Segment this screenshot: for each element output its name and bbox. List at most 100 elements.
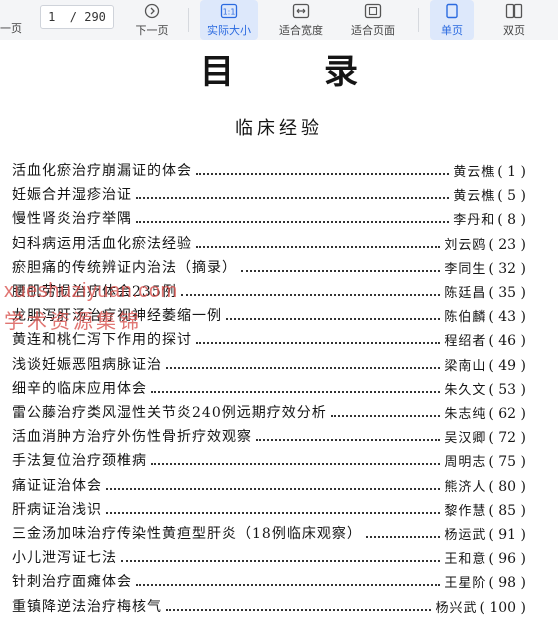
toc-entry-author: 黎作慧 xyxy=(444,503,487,519)
toc-entry-page: ( 75 ) xyxy=(488,454,526,471)
page-number-input[interactable]: 1 / 290 xyxy=(40,5,114,29)
toc-entry[interactable]: 细辛的临床应用体会 朱久文( 53 ) xyxy=(12,376,526,398)
toc-leader-dots xyxy=(166,366,441,369)
toc-leader-dots xyxy=(241,269,441,272)
fit-width-label: 适合宽度 xyxy=(279,24,323,37)
toc-leader-dots xyxy=(365,536,441,538)
toc-entry[interactable]: 妊娠合并湿疹治证 黄云樵( 5 ) xyxy=(12,182,526,204)
toc-entry-page: ( 8 ) xyxy=(497,212,526,229)
actual-size-button[interactable]: 1:1 实际大小 xyxy=(200,0,258,40)
toc-entry-author: 王星阶 xyxy=(444,576,487,592)
toc-entry[interactable]: 龙胆泻肝汤治疗视神经萎缩一例 陈伯麟( 43 ) xyxy=(12,303,526,325)
toc-entry[interactable]: 痛证证治体会 熊济人( 80 ) xyxy=(12,473,526,495)
toc-entry-title: 手法复位治疗颈椎病 xyxy=(12,453,147,470)
toc-entry[interactable]: 浅谈妊娠恶阻病脉证治 梁南山( 49 ) xyxy=(12,352,526,374)
toc-entry-title: 龙胆泻肝汤治疗视神经萎缩一例 xyxy=(12,308,222,325)
toc-entry-title: 妇科病运用活血化瘀法经验 xyxy=(12,235,192,252)
toc-entry[interactable]: 针刺治疗面瘫体会 王星阶( 98 ) xyxy=(12,569,526,591)
toc-entry-page: ( 5 ) xyxy=(497,188,526,205)
toc-entry-page: ( 96 ) xyxy=(488,551,526,568)
toc-entry-author: 陈伯麟 xyxy=(444,310,487,326)
toc-entry-page: ( 46 ) xyxy=(488,333,526,350)
toc-leader-dots xyxy=(330,415,441,417)
toc-entry-page: ( 72 ) xyxy=(488,430,526,447)
prev-page-button[interactable]: 一页 xyxy=(0,20,22,36)
toc-entry-author: 杨运武 xyxy=(444,528,487,543)
toc-entry-title: 重镇降逆法治疗梅核气 xyxy=(12,598,162,615)
single-page-icon xyxy=(445,2,459,20)
toc-entry-title: 雷公藤治疗类风湿性关节炎240例远期疗效分析 xyxy=(12,405,327,421)
toc-entry-author: 熊济人 xyxy=(444,479,487,495)
section-heading: 临床经验 xyxy=(235,118,323,139)
toc-entry-author: 周明志 xyxy=(444,455,487,471)
toc-entry[interactable]: 小儿泄泻证七法 王和意( 96 ) xyxy=(12,545,526,567)
fit-page-button[interactable]: 适合页面 xyxy=(344,0,402,40)
toc-entry-title: 三金汤加味治疗传染性黄疸型肝炎（18例临床观察） xyxy=(12,526,362,542)
toc-entry[interactable]: 肝病证治浅识 黎作慧( 85 ) xyxy=(12,497,526,519)
toc-leader-dots xyxy=(151,390,441,393)
toc-entry-title: 小儿泄泻证七法 xyxy=(12,550,117,567)
toolbar-divider xyxy=(418,8,419,32)
toc-entry-author: 刘云鸥 xyxy=(444,237,487,253)
toc-entry[interactable]: 腰肌劳损治疗体会235例 陈廷昌( 35 ) xyxy=(12,279,526,301)
toc-entry-author: 陈廷昌 xyxy=(444,286,487,301)
toc-entry-author: 李同生 xyxy=(444,261,487,277)
single-page-label: 单页 xyxy=(441,24,463,37)
next-page-label: 下一页 xyxy=(135,24,169,37)
toc-entry-page: ( 1 ) xyxy=(497,164,526,180)
actual-size-icon: 1:1 xyxy=(220,2,238,20)
toc-entry-page: ( 43 ) xyxy=(488,309,526,326)
toc-entry-title: 活血消肿方治疗外伤性骨折疗效观察 xyxy=(12,429,252,446)
toc-entry-author: 吴汉卿 xyxy=(444,431,487,447)
svg-text:1:1: 1:1 xyxy=(223,8,236,17)
toc-leader-dots xyxy=(180,294,441,296)
double-page-label: 双页 xyxy=(503,24,525,37)
toc-entry[interactable]: 重镇降逆法治疗梅核气 杨兴武( 100 ) xyxy=(12,594,526,616)
toc-entry-page: ( 49 ) xyxy=(488,357,526,374)
toc-entry-page: ( 100 ) xyxy=(479,599,526,616)
toc-entry[interactable]: 雷公藤治疗类风湿性关节炎240例远期疗效分析 朱志纯( 62 ) xyxy=(12,400,526,422)
toc-entry[interactable]: 活血化瘀治疗崩漏证的体会 黄云樵( 1 ) xyxy=(12,158,526,180)
toc-entry-title: 黄连和桃仁泻下作用的探讨 xyxy=(12,332,192,349)
toc-entry-page: ( 53 ) xyxy=(488,381,526,398)
toc-entry-page: ( 91 ) xyxy=(488,527,526,543)
toc-entry-page: ( 62 ) xyxy=(488,406,526,422)
toc-entry-title: 慢性肾炎治疗举隅 xyxy=(12,211,132,228)
toc-entry-author: 王和意 xyxy=(444,552,487,568)
next-page-button[interactable]: 下一页 xyxy=(130,0,174,40)
fit-page-icon xyxy=(364,2,382,20)
toc-leader-dots xyxy=(166,608,432,611)
toc-entry-title: 痛证证治体会 xyxy=(12,477,102,494)
toc-leader-dots xyxy=(136,197,450,200)
toc-entry[interactable]: 三金汤加味治疗传染性黄疸型肝炎（18例临床观察） 杨运武( 91 ) xyxy=(12,521,526,543)
page-title: 目录 xyxy=(200,52,448,92)
toc-entry-author: 朱志纯 xyxy=(444,407,487,422)
toc-leader-dots xyxy=(196,173,450,175)
toc-entry-title: 肝病证治浅识 xyxy=(12,501,102,518)
toc-entry-title: 瘀胆痛的传统辨证内治法（摘录） xyxy=(12,259,237,276)
toc-entry-author: 黄云樵 xyxy=(453,189,496,205)
double-page-button[interactable]: 双页 xyxy=(492,0,536,40)
toc-leader-dots xyxy=(136,221,450,224)
fit-page-label: 适合页面 xyxy=(351,24,395,37)
toc-leader-dots xyxy=(196,342,441,345)
toc-entry-author: 朱久文 xyxy=(444,382,487,398)
toc-entry-page: ( 85 ) xyxy=(488,502,526,519)
page-total: / 290 xyxy=(69,10,106,24)
toc-leader-dots xyxy=(151,463,441,466)
toc-entry[interactable]: 妇科病运用活血化瘀法经验 刘云鸥( 23 ) xyxy=(12,231,526,253)
toc-entry-title: 妊娠合并湿疹治证 xyxy=(12,187,132,204)
fit-width-button[interactable]: 适合宽度 xyxy=(272,0,330,40)
toc-entry-author: 梁南山 xyxy=(444,358,487,374)
toc-entry[interactable]: 手法复位治疗颈椎病 周明志( 75 ) xyxy=(12,448,526,470)
double-page-icon xyxy=(505,2,523,20)
single-page-button[interactable]: 单页 xyxy=(430,0,474,40)
toc-entry[interactable]: 慢性肾炎治疗举隅 李丹和( 8 ) xyxy=(12,206,526,228)
toc-leader-dots xyxy=(106,487,441,490)
toc-entry-title: 针刺治疗面瘫体会 xyxy=(12,574,132,591)
reader-toolbar: 一页 1 / 290 下一页 1:1 实际大小 适合宽度 适合页面 单页 双页 xyxy=(0,0,558,41)
toc-entry-page: ( 80 ) xyxy=(488,478,526,495)
toc-entry[interactable]: 瘀胆痛的传统辨证内治法（摘录） 李同生( 32 ) xyxy=(12,255,526,277)
toc-entry[interactable]: 黄连和桃仁泻下作用的探讨 程绍者( 46 ) xyxy=(12,327,526,349)
toc-entry[interactable]: 活血消肿方治疗外伤性骨折疗效观察 吴汉卿( 72 ) xyxy=(12,424,526,446)
